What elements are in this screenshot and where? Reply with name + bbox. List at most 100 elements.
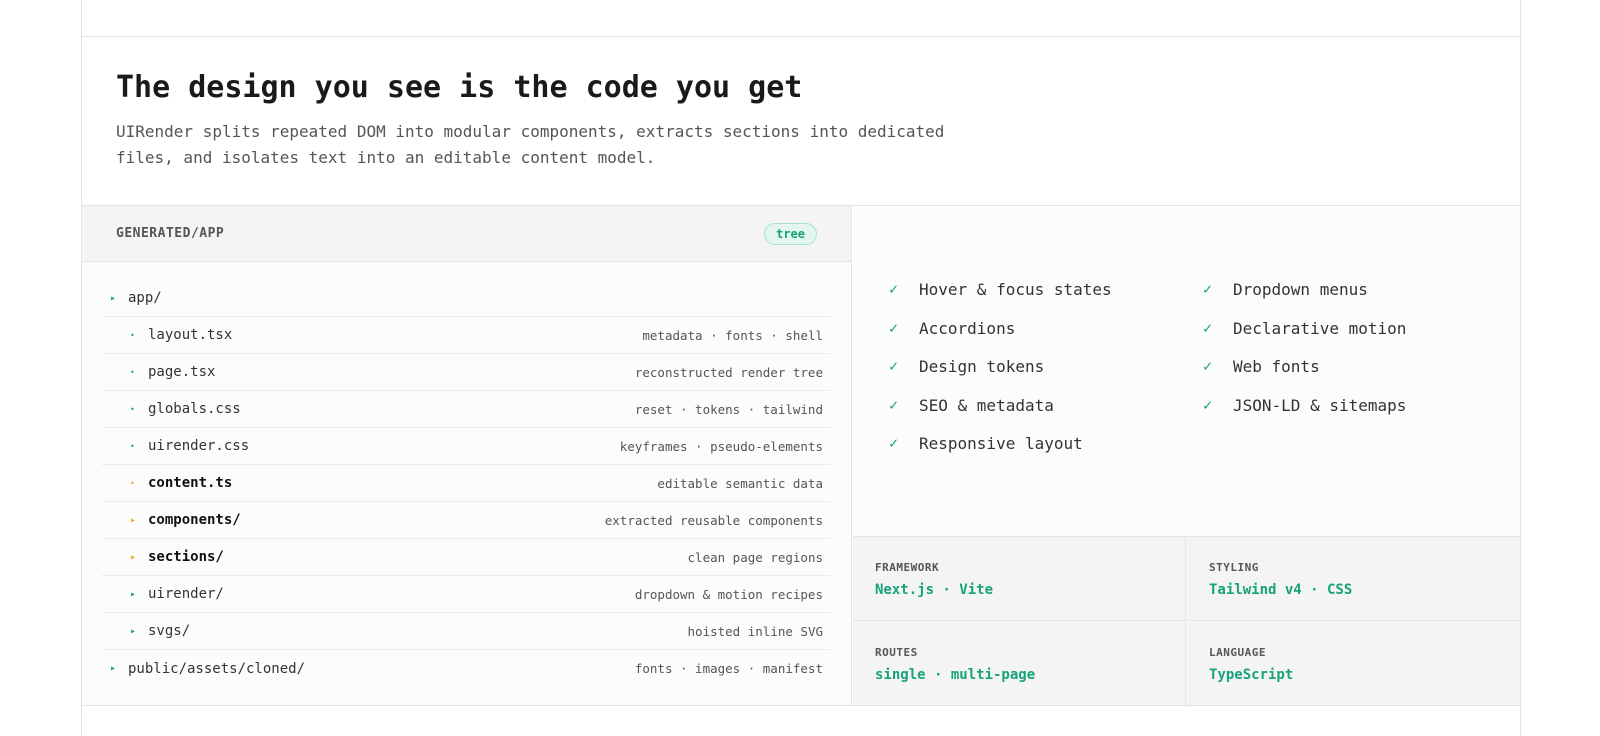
feature-label: JSON-LD & sitemaps [1233, 395, 1407, 415]
folder-caret-icon: ▸ [110, 292, 117, 304]
stat-label: STYLING [1209, 561, 1259, 574]
check-icon: ✓ [889, 318, 899, 337]
check-icon: ✓ [1203, 280, 1213, 298]
stats-grid: FRAMEWORK Next.js · Vite STYLING Tailwin… [853, 536, 1520, 706]
feature-item: ✓ SEO & metadata [889, 396, 1112, 435]
file-tree-list: ▸ app/ • layout.tsx metadata · fonts · shell… [82, 262, 851, 687]
tree-row[interactable]: ▸ app/ [102, 280, 831, 317]
tree-item-note: reset · tokens · tailwind [634, 401, 823, 417]
folder-caret-icon: ▸ [130, 588, 137, 600]
feature-list: ✓ Hover & focus states ✓ Accordions ✓ Design … [853, 206, 1520, 536]
tree-item-name: layout.tsx [148, 327, 233, 343]
tree-item-note: metadata · fonts · shell [642, 327, 823, 343]
tree-row[interactable]: • uirender.css keyframes · pseudo-elements [102, 428, 831, 465]
feature-column-1: ✓ Hover & focus states ✓ Accordions ✓ Design … [889, 280, 1112, 473]
feature-item: ✓ Dropdown menus [1203, 280, 1406, 319]
tree-item-note: hoisted inline SVG [687, 623, 823, 639]
tree-item-name: public/assets/cloned/ [128, 660, 306, 677]
tree-row[interactable]: ▸ svgs/hoisted inline SVG [102, 613, 831, 650]
tree-row[interactable]: • layout.tsx metadata · fonts · shell [102, 317, 831, 354]
file-dot-icon: • [130, 330, 135, 340]
tree-row[interactable]: ▸ public/assets/cloned/fonts · images · m… [102, 650, 831, 687]
feature-label: SEO & metadata [919, 395, 1054, 415]
stat-value: single · multi-page [875, 667, 1036, 683]
divider [82, 36, 1520, 37]
tree-item-name: page.tsx [148, 364, 216, 380]
stat-label: ROUTES [875, 646, 918, 659]
tree-item-note: keyframes · pseudo-elements [619, 438, 823, 454]
feature-label: Design tokens [919, 357, 1045, 376]
feature-label: Declarative motion [1233, 318, 1407, 338]
tree-row-left: ▸ components/ [102, 512, 241, 528]
tree-item-name: globals.css [148, 401, 241, 417]
folder-caret-icon: ▸ [130, 514, 137, 526]
file-tree-header: GENERATED/APP tree [82, 206, 851, 262]
check-icon: ✓ [889, 395, 899, 414]
tree-item-name: content.ts [148, 475, 233, 491]
check-icon: ✓ [1203, 395, 1213, 414]
divider [82, 705, 1520, 706]
feature-item: ✓ Web fonts [1203, 357, 1406, 396]
feature-item: ✓ Design tokens [889, 357, 1112, 396]
file-tree-title: GENERATED/APP [116, 226, 225, 241]
feature-item: ✓ Responsive layout [889, 434, 1112, 473]
stat-styling: STYLING Tailwind v4 · CSS [1187, 537, 1520, 621]
tree-row-left: ▸ public/assets/cloned/ [102, 661, 305, 677]
tree-row-left: • content.ts [102, 475, 232, 491]
hero-section: The design you see is the code you get U… [116, 70, 1116, 171]
tree-row-left: ▸ uirender/ [102, 586, 224, 602]
feature-label: Web fonts [1233, 357, 1320, 376]
stat-routes: ROUTES single · multi-page [853, 622, 1186, 706]
page-description: UIRender splits repeated DOM into modula… [116, 122, 945, 167]
stat-value: Next.js · Vite [875, 582, 994, 598]
stat-label: FRAMEWORK [875, 561, 940, 574]
tree-item-name: svgs/ [148, 623, 191, 639]
tree-item-name: app/ [128, 290, 162, 306]
tree-row[interactable]: ▸ sections/clean page regions [102, 539, 831, 576]
feature-label: Responsive layout [919, 434, 1083, 453]
stat-value: TypeScript [1209, 667, 1294, 683]
feature-item: ✓ JSON-LD & sitemaps [1203, 396, 1406, 435]
feature-item: ✓ Accordions [889, 319, 1112, 358]
tree-row-left: • layout.tsx [102, 327, 232, 343]
folder-caret-icon: ▸ [110, 663, 117, 674]
tree-row-left: • globals.css [102, 401, 241, 417]
feature-column-2: ✓ Dropdown menus ✓ Declarative motion ✓ Web f… [1203, 280, 1406, 434]
tree-row-left: ▸ app/ [102, 290, 162, 306]
check-icon: ✓ [889, 280, 899, 298]
file-tree-panel: GENERATED/APP tree ▸ app/ • layout.tsx metad… [82, 206, 852, 705]
folder-caret-icon: ▸ [130, 625, 137, 637]
tree-row-left: ▸ sections/ [102, 549, 224, 565]
stat-label: LANGUAGE [1209, 646, 1266, 659]
tree-item-note: dropdown & motion recipes [634, 586, 823, 602]
feature-item: ✓ Declarative motion [1203, 319, 1406, 358]
check-icon: ✓ [1203, 357, 1213, 375]
tree-item-name: components/ [148, 512, 241, 528]
page-frame: The design you see is the code you get U… [81, 0, 1521, 736]
feature-label: Accordions [919, 318, 1016, 338]
stat-value: Tailwind v4 · CSS [1209, 582, 1353, 598]
feature-label: Hover & focus states [919, 280, 1112, 299]
check-icon: ✓ [889, 357, 899, 375]
tree-row[interactable]: • page.tsx reconstructed render tree [102, 354, 831, 391]
page-title: The design you see is the code you get [116, 70, 803, 105]
tree-item-note: extracted reusable components [604, 512, 823, 528]
tree-row-left: • uirender.css [102, 438, 249, 454]
tree-row[interactable]: ▸ uirender/dropdown & motion recipes [102, 576, 831, 613]
check-icon: ✓ [1203, 318, 1213, 337]
file-dot-icon: • [130, 367, 135, 377]
tree-item-name: uirender.css [148, 438, 250, 454]
tree-row[interactable]: • globals.css reset · tokens · tailwind [102, 391, 831, 428]
tree-item-note: reconstructed render tree [634, 364, 823, 380]
check-icon: ✓ [889, 434, 899, 452]
tree-item-note: editable semantic data [657, 475, 823, 491]
tree-row-left: • page.tsx [102, 364, 215, 380]
file-dot-icon: • [130, 441, 135, 451]
tree-row[interactable]: ▸ components/extracted reusable component… [102, 502, 831, 539]
tree-item-note: fonts · images · manifest [634, 661, 823, 676]
stat-framework: FRAMEWORK Next.js · Vite [853, 537, 1186, 621]
folder-caret-icon: ▸ [130, 551, 137, 563]
file-dot-icon: • [130, 404, 135, 414]
tree-row[interactable]: • content.ts editable semantic data [102, 465, 831, 502]
file-dot-icon: • [130, 478, 135, 488]
